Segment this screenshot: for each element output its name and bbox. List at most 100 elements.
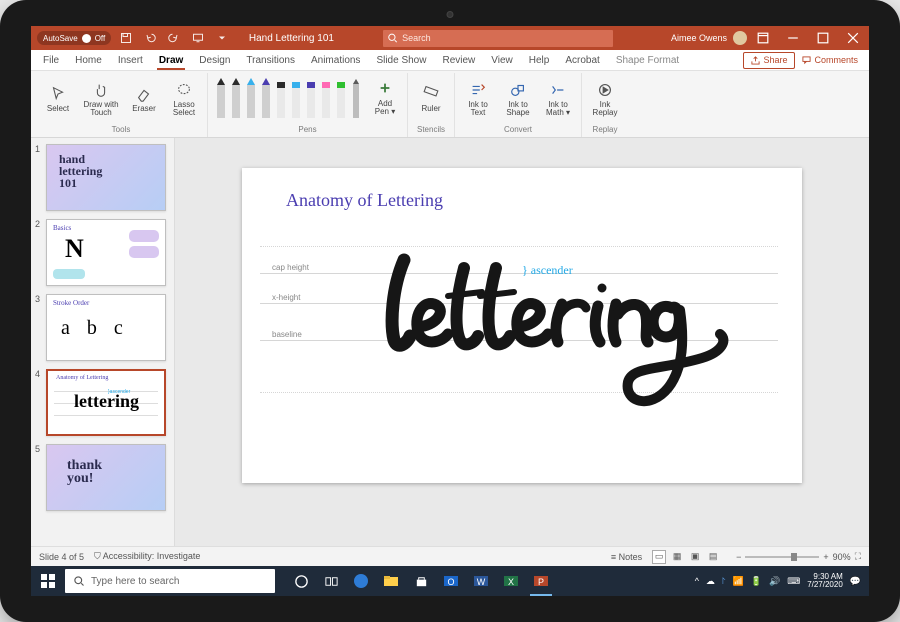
zoom-in-icon[interactable]: + [823, 552, 828, 562]
pen-3[interactable] [244, 76, 258, 122]
accessibility-status[interactable]: ⛉ Accessibility: Investigate [94, 551, 200, 562]
network-icon[interactable]: 📶 [733, 576, 744, 587]
svg-text:P: P [538, 577, 544, 587]
thumb-2[interactable]: 2 Basics N [35, 219, 170, 286]
zoom-control[interactable]: − + 90% ⛶ [736, 551, 861, 562]
thumb-1[interactable]: 1 hand lettering 101 [35, 144, 170, 211]
search-input[interactable] [402, 33, 609, 43]
ink-to-shape-button[interactable]: Ink to Shape [501, 74, 535, 124]
redo-icon[interactable] [165, 29, 183, 47]
reading-view-icon[interactable]: ▣ [688, 550, 702, 564]
slide: Anatomy of Lettering cap height x-height… [242, 168, 802, 483]
ink-replay-button[interactable]: Ink Replay [588, 74, 622, 124]
search-box[interactable] [383, 30, 613, 47]
group-stencils: Ruler Stencils [408, 73, 455, 137]
tab-draw[interactable]: Draw [151, 50, 191, 70]
tab-shape-format[interactable]: Shape Format [608, 50, 687, 70]
notes-button[interactable]: ≡ Notes [611, 552, 642, 562]
powerpoint-icon[interactable]: P [527, 566, 555, 596]
ruler-button[interactable]: Ruler [414, 74, 448, 124]
word-icon[interactable]: W [467, 566, 495, 596]
pen-10[interactable] [349, 76, 363, 122]
thumb-3[interactable]: 3 Stroke Order a b c [35, 294, 170, 361]
excel-icon[interactable]: X [497, 566, 525, 596]
start-button[interactable] [31, 566, 65, 596]
tab-home[interactable]: Home [67, 50, 110, 70]
slideshow-view-icon[interactable]: ▤ [706, 550, 720, 564]
tab-view[interactable]: View [483, 50, 521, 70]
screen: AutoSave Off Hand Lettering 101 Aimee Ow… [31, 26, 869, 596]
cortana-icon[interactable] [287, 566, 315, 596]
zoom-slider[interactable] [745, 556, 819, 558]
tab-file[interactable]: File [35, 50, 67, 70]
tab-insert[interactable]: Insert [110, 50, 151, 70]
minimize-button[interactable] [779, 26, 807, 50]
cap-height-label: cap height [272, 263, 309, 272]
user-name: Aimee Owens [671, 33, 727, 43]
clock[interactable]: 9:30 AM 7/27/2020 [807, 573, 843, 590]
ink-to-text-button[interactable]: Ink to Text [461, 74, 495, 124]
slide-canvas[interactable]: Anatomy of Lettering cap height x-height… [175, 138, 869, 546]
tab-help[interactable]: Help [521, 50, 558, 70]
pen-1[interactable] [214, 76, 228, 122]
autosave-toggle[interactable]: AutoSave Off [37, 31, 111, 45]
ribbon-display-icon[interactable] [749, 26, 777, 50]
taskbar-search[interactable]: Type here to search [65, 569, 275, 593]
tab-slideshow[interactable]: Slide Show [368, 50, 434, 70]
share-label: Share [763, 55, 787, 65]
save-icon[interactable] [117, 29, 135, 47]
present-icon[interactable] [189, 29, 207, 47]
pen-5[interactable] [274, 76, 288, 122]
pen-7[interactable] [304, 76, 318, 122]
volume-icon[interactable]: 🔊 [769, 576, 780, 587]
explorer-icon[interactable] [377, 566, 405, 596]
maximize-button[interactable] [809, 26, 837, 50]
fit-icon[interactable]: ⛶ [855, 551, 861, 562]
pen-8[interactable] [319, 76, 333, 122]
pen-6[interactable] [289, 76, 303, 122]
battery-icon[interactable]: 🔋 [751, 576, 762, 587]
bluetooth-icon[interactable]: ⨡ [722, 576, 726, 587]
thumb-5[interactable]: 5 thank you! [35, 444, 170, 511]
group-replay: Ink Replay Replay [582, 73, 628, 137]
qat-dropdown-icon[interactable] [213, 29, 231, 47]
outlook-icon[interactable]: O [437, 566, 465, 596]
ink-to-math-button[interactable]: Ink to Math ▾ [541, 74, 575, 124]
action-center-icon[interactable]: 💬 [850, 576, 861, 587]
pen-4[interactable] [259, 76, 273, 122]
comments-button[interactable]: Comments [795, 52, 865, 69]
add-pen-button[interactable]: Add Pen ▾ [369, 81, 401, 117]
eraser-button[interactable]: Eraser [127, 74, 161, 124]
close-button[interactable] [839, 26, 867, 50]
tab-transitions[interactable]: Transitions [238, 50, 303, 70]
undo-icon[interactable] [141, 29, 159, 47]
system-tray: ^ ☁ ⨡ 📶 🔋 🔊 ⌨ 9:30 AM 7/27/2020 💬 [695, 573, 869, 590]
tab-acrobat[interactable]: Acrobat [557, 50, 607, 70]
tab-design[interactable]: Design [191, 50, 238, 70]
tab-review[interactable]: Review [434, 50, 483, 70]
input-icon[interactable]: ⌨ [787, 576, 800, 587]
taskview-icon[interactable] [317, 566, 345, 596]
select-button[interactable]: Select [41, 74, 75, 124]
slide-counter: Slide 4 of 5 [39, 552, 84, 562]
windows-taskbar: Type here to search O W X P ^ ☁ ⨡ 📶 🔋 🔊 [31, 566, 869, 596]
draw-with-touch-button[interactable]: Draw with Touch [81, 74, 121, 124]
store-icon[interactable] [407, 566, 435, 596]
pen-2[interactable] [229, 76, 243, 122]
pen-9[interactable] [334, 76, 348, 122]
thumbnail-panel[interactable]: 1 hand lettering 101 2 Basics N 3 [31, 138, 175, 546]
thumb-4[interactable]: 4 Anatomy of Lettering lettering }ascend… [35, 369, 170, 436]
tab-animations[interactable]: Animations [303, 50, 368, 70]
normal-view-icon[interactable]: ▭ [652, 550, 666, 564]
group-pens: Add Pen ▾ Pens [208, 73, 408, 137]
edge-icon[interactable] [347, 566, 375, 596]
sorter-view-icon[interactable]: ▦ [670, 550, 684, 564]
group-replay-label: Replay [593, 125, 618, 137]
tray-chevron-icon[interactable]: ^ [695, 576, 699, 586]
tablet-frame: AutoSave Off Hand Lettering 101 Aimee Ow… [0, 0, 900, 622]
zoom-out-icon[interactable]: − [736, 552, 741, 562]
share-button[interactable]: Share [743, 52, 795, 69]
lasso-button[interactable]: Lasso Select [167, 74, 201, 124]
onedrive-icon[interactable]: ☁ [706, 576, 715, 587]
avatar[interactable] [733, 31, 747, 45]
